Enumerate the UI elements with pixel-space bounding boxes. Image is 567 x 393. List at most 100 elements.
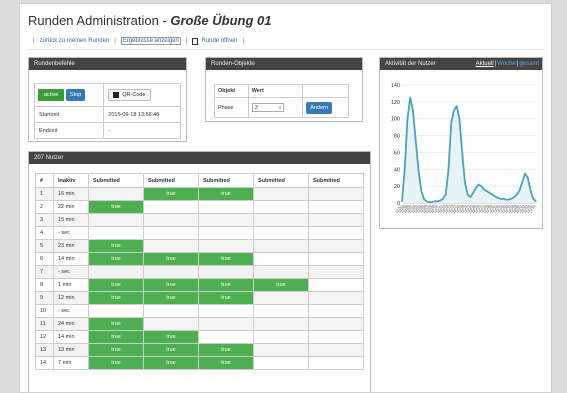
row-number: 13: [35, 343, 54, 357]
column-header: Submitted: [198, 173, 254, 188]
row-number: 12: [35, 330, 54, 344]
table-row: 7- sec: [35, 265, 364, 279]
submitted-cell: [308, 330, 364, 344]
inactive-cell: 1 min: [53, 278, 89, 292]
phase-stepper[interactable]: 3 ⇕: [251, 103, 284, 112]
range-current-link[interactable]: Aktuell: [476, 58, 494, 70]
inactive-cell: 16 min: [53, 187, 89, 201]
data-point: [527, 177, 529, 179]
admin-page: Runden Administration - Große Übung 01 |…: [19, 3, 552, 393]
table-row: 1 16 min true true: [35, 187, 364, 201]
data-point: [502, 198, 504, 200]
row-number: 1: [35, 187, 54, 201]
submitted-cell: [88, 226, 144, 240]
submitted-cell: [88, 187, 144, 201]
submitted-cell: [143, 226, 199, 240]
data-point: [436, 200, 439, 202]
data-point: [401, 200, 403, 202]
submitted-cell: [143, 239, 199, 253]
data-point: [450, 122, 452, 124]
submitted-cell: [143, 200, 199, 214]
data-point: [404, 168, 406, 170]
submitted-cell: [253, 356, 309, 370]
data-point: [426, 200, 428, 202]
submitted-cell: [308, 278, 364, 292]
users-table: # Inaktiv Submitted Submitted Submitted Submi…: [35, 173, 364, 370]
table-row: 9 12 min true true true: [35, 291, 364, 305]
submitted-cell: [253, 213, 309, 227]
submitted-cell: [253, 187, 309, 201]
change-button[interactable]: Ändern: [306, 101, 332, 114]
row-number: 5: [35, 239, 54, 253]
submitted-cell: [308, 265, 364, 279]
table-row: 6 14 min true true true: [35, 252, 364, 266]
table-row: 12 14 min true true: [35, 330, 364, 344]
data-point: [529, 189, 532, 191]
data-point: [510, 198, 512, 200]
submitted-cell: true: [143, 343, 199, 357]
column-header: Submitted: [253, 173, 309, 188]
submitted-cell: [198, 330, 254, 344]
data-point: [409, 97, 411, 99]
column-header-object: Objekt: [214, 84, 249, 98]
back-to-rounds-link[interactable]: zurück zu meinen Runden: [40, 38, 110, 44]
table-row: 2 22 min true: [35, 200, 364, 214]
data-point: [518, 189, 521, 191]
qr-code-button[interactable]: QR-Code: [108, 89, 151, 101]
submitted-cell: [88, 213, 144, 227]
inactive-cell: 14 min: [53, 252, 89, 266]
data-point: [439, 199, 441, 202]
inactive-cell: 13 min: [53, 343, 89, 357]
submitted-cell: [253, 304, 309, 318]
activity-panel: Aktivität der Nutzer Aktuell | Woche | g…: [379, 57, 543, 229]
data-point: [535, 200, 537, 202]
submitted-cell: [198, 213, 254, 227]
activity-chart-svg: 02040608010012014013:5713:5813:5914:0014…: [391, 83, 537, 214]
data-point: [447, 168, 450, 170]
submitted-cell: [308, 226, 364, 240]
nav-links: | zurück zu meinen Runden | Ergebnisse a…: [33, 37, 244, 45]
document-icon: [192, 37, 199, 45]
data-point: [477, 183, 480, 186]
data-point: [431, 201, 433, 203]
stop-button[interactable]: Stop: [65, 89, 86, 101]
submitted-cell: true: [198, 291, 254, 305]
row-number: 9: [35, 291, 54, 305]
table-row: 10- sec: [35, 304, 364, 318]
inactive-cell: - sec: [53, 304, 89, 318]
data-point: [445, 193, 447, 196]
data-point: [461, 151, 463, 154]
submitted-cell: true: [143, 291, 199, 305]
submitted-cell: [253, 291, 309, 305]
show-results-link[interactable]: Ergebnisse anzeigen: [120, 37, 181, 45]
submitted-cell: [308, 239, 364, 253]
data-point: [483, 188, 485, 191]
submitted-cell: true: [88, 252, 144, 266]
row-number: 7: [35, 265, 54, 279]
range-total-link[interactable]: gesamt: [519, 58, 539, 70]
data-point: [442, 198, 444, 200]
submitted-cell: [198, 239, 254, 253]
submitted-cell: [198, 317, 254, 331]
data-point: [516, 193, 518, 196]
submitted-cell: true: [88, 330, 144, 344]
data-point: [467, 193, 469, 196]
open-round-link[interactable]: Runde öffnen: [201, 38, 237, 44]
submitted-cell: [308, 356, 364, 370]
divider: [28, 49, 543, 50]
data-point: [412, 109, 414, 111]
data-point: [464, 181, 466, 183]
submitted-cell: [143, 304, 199, 318]
stepper-arrows-icon[interactable]: ⇕: [278, 105, 282, 110]
series-area: [402, 97, 536, 203]
qr-code-icon: [113, 92, 120, 98]
row-number: 2: [35, 200, 54, 214]
submitted-cell: [253, 330, 309, 344]
data-point: [423, 198, 425, 200]
submitted-cell: [253, 226, 309, 240]
panel-title: Rundenbefehle: [29, 58, 186, 70]
range-week-link[interactable]: Woche: [497, 58, 516, 70]
data-point: [420, 189, 422, 191]
submitted-cell: [88, 265, 144, 279]
data-point: [499, 198, 502, 200]
